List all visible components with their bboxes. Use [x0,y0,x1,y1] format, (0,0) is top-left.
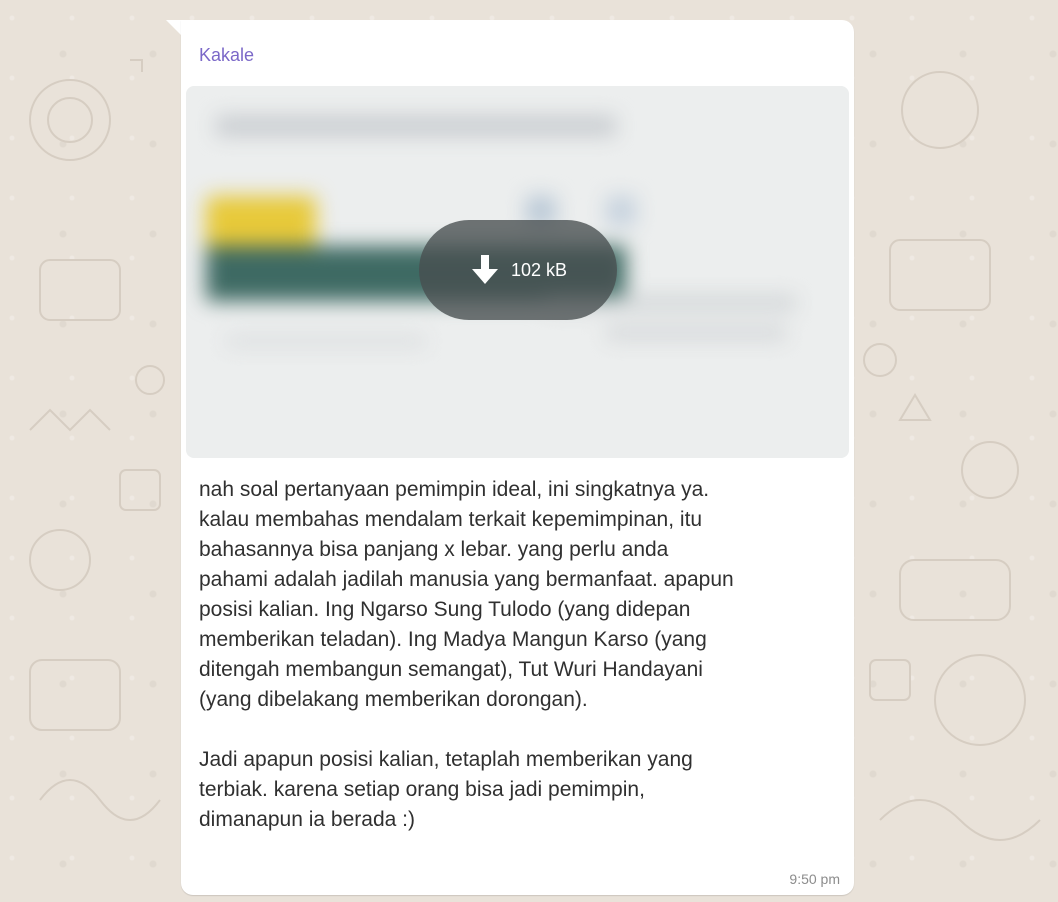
message-bubble[interactable]: Kakale 102 kB nah soal pertanyaan pemimp… [181,20,854,895]
attachment-size: 102 kB [510,260,568,280]
message-paragraph-1: nah soal pertanyaan pemimpin ideal, ini … [199,478,734,711]
message-paragraph-2: Jadi apapun posisi kalian, tetaplah memb… [199,748,693,831]
message-timestamp: 9:50 pm [789,871,840,887]
bubble-tail [166,20,182,36]
download-button[interactable]: 102 kB [419,220,617,320]
sender-name[interactable]: Kakale [199,44,254,66]
download-arrow-icon [471,255,498,284]
message-text: nah soal pertanyaan pemimpin ideal, ini … [199,475,839,835]
image-attachment[interactable]: 102 kB [186,86,849,458]
